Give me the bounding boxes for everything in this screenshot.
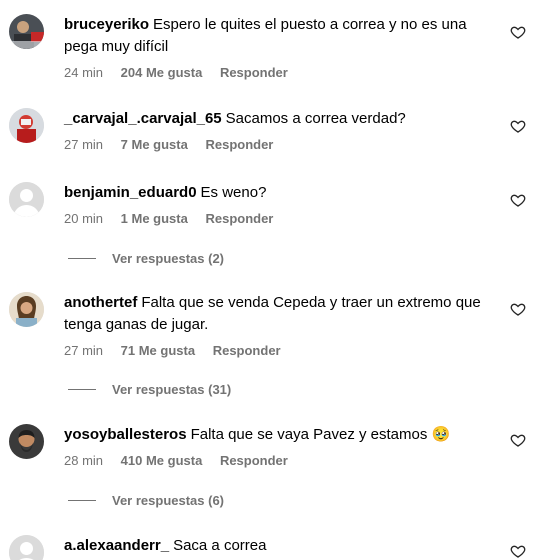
replies-divider-line — [68, 499, 96, 501]
comment-meta: 27 min 7 Me gusta Responder — [64, 136, 484, 154]
avatar[interactable] — [9, 535, 44, 560]
likes-count[interactable]: 1 Me gusta — [121, 211, 188, 226]
comment-text: anothertef Falta que se venda Cepeda y tr… — [64, 292, 484, 336]
comment-meta: 28 min 410 Me gusta Responder — [64, 452, 484, 470]
view-replies-label: Ver respuestas (2) — [112, 250, 225, 266]
comment-time: 28 min — [64, 453, 104, 468]
comment-body: Sacamos a correa verdad? — [225, 110, 406, 127]
user-silhouette-icon — [9, 182, 44, 217]
view-replies-button[interactable]: Ver respuestas (2) — [68, 249, 224, 267]
comment-username[interactable]: anothertef — [64, 294, 137, 311]
comment-text: a.alexaanderr_ Saca a correa — [64, 535, 484, 557]
avatar[interactable] — [9, 108, 44, 143]
avatar-photo-icon — [9, 292, 44, 327]
replies-divider-line — [68, 257, 96, 259]
comment-username[interactable]: _carvajal_.carvajal_65 — [64, 110, 222, 127]
comment-body: Saca a correa — [173, 537, 267, 554]
like-heart-icon[interactable] — [510, 543, 526, 559]
comment-time: 24 min — [64, 65, 104, 80]
avatar-photo-icon — [9, 424, 44, 459]
avatar-photo-icon — [9, 14, 44, 49]
user-silhouette-icon — [9, 535, 44, 560]
comment-text: _carvajal_.carvajal_65 Sacamos a correa v… — [64, 108, 484, 130]
view-replies-label: Ver respuestas (31) — [112, 381, 232, 397]
comment-body: Falta que se vaya Pavez y estamos 🥹 — [190, 426, 451, 443]
comment-time: 20 min — [64, 211, 104, 226]
comment-time: 27 min — [64, 343, 104, 358]
likes-count[interactable]: 410 Me gusta — [121, 453, 203, 468]
view-replies-button[interactable]: Ver respuestas (6) — [68, 491, 224, 509]
view-replies-label: Ver respuestas (6) — [112, 492, 225, 508]
like-heart-icon[interactable] — [510, 301, 526, 317]
likes-count[interactable]: 204 Me gusta — [121, 65, 203, 80]
like-heart-icon[interactable] — [510, 118, 526, 134]
replies-divider-line — [68, 388, 96, 390]
comment-username[interactable]: a.alexaanderr_ — [64, 537, 169, 554]
comment-username[interactable]: benjamin_eduard0 — [64, 184, 197, 201]
avatar[interactable] — [9, 424, 44, 459]
reply-button[interactable]: Responder — [220, 65, 288, 80]
avatar-photo-icon — [9, 108, 44, 143]
comment-text: yosoyballesteros Falta que se vaya Pavez … — [64, 424, 484, 446]
like-heart-icon[interactable] — [510, 24, 526, 40]
comment-meta: 20 min 1 Me gusta Responder — [64, 210, 484, 228]
comment-username[interactable]: yosoyballesteros — [64, 426, 187, 443]
like-heart-icon[interactable] — [510, 432, 526, 448]
comment-meta: 24 min 204 Me gusta Responder — [64, 64, 484, 82]
comment-text: bruceyeriko Espero le quites el puesto a … — [64, 14, 484, 58]
reply-button[interactable]: Responder — [205, 137, 273, 152]
comment-meta: 27 min 71 Me gusta Responder — [64, 342, 484, 360]
view-replies-button[interactable]: Ver respuestas (31) — [68, 380, 231, 398]
likes-count[interactable]: 7 Me gusta — [121, 137, 188, 152]
like-heart-icon[interactable] — [510, 192, 526, 208]
reply-button[interactable]: Responder — [220, 453, 288, 468]
reply-button[interactable]: Responder — [205, 211, 273, 226]
comment-time: 27 min — [64, 137, 104, 152]
comment-username[interactable]: bruceyeriko — [64, 16, 149, 33]
comment-body: Es weno? — [200, 184, 267, 201]
avatar[interactable] — [9, 14, 44, 49]
comment-text: benjamin_eduard0 Es weno? — [64, 182, 484, 204]
likes-count[interactable]: 71 Me gusta — [121, 343, 195, 358]
avatar[interactable] — [9, 182, 44, 217]
avatar[interactable] — [9, 292, 44, 327]
reply-button[interactable]: Responder — [213, 343, 281, 358]
